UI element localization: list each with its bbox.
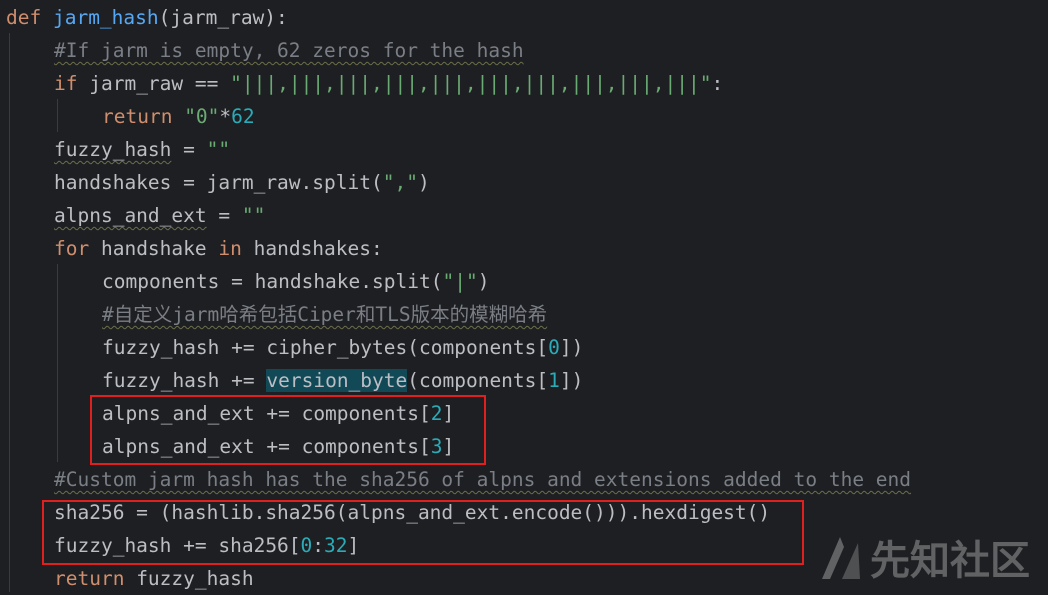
code-token: #自定义jarm哈希包括Ciper和TLS版本的模糊哈希: [102, 303, 548, 326]
code-token: "|": [442, 270, 478, 293]
code-line[interactable]: if jarm_raw == "|||,|||,|||,|||,|||,|||,…: [54, 67, 723, 100]
code-token: def: [6, 6, 53, 29]
code-token: return: [102, 105, 185, 128]
code-token: (components[: [407, 369, 549, 392]
code-token: fuzzy_hash: [54, 138, 172, 161]
code-token: ",": [382, 171, 418, 194]
code-token: fuzzy_hash: [136, 567, 254, 590]
indent-guide: [57, 99, 58, 132]
code-token: if: [54, 72, 90, 95]
highlight-box-alpns: [90, 395, 486, 465]
code-line[interactable]: return fuzzy_hash: [54, 562, 254, 595]
code-token: fuzzy_hash +=: [102, 336, 267, 359]
code-token: components = handshake.split(: [102, 270, 443, 293]
code-token: ): [417, 171, 430, 194]
indent-guide: [57, 264, 58, 462]
code-token: ]): [559, 336, 584, 359]
code-line[interactable]: handshakes = jarm_raw.split(","): [54, 166, 430, 199]
code-token: "": [241, 204, 266, 227]
code-token: cipher_bytes: [266, 336, 408, 359]
code-line[interactable]: #自定义jarm哈希包括Ciper和TLS版本的模糊哈希: [102, 298, 547, 331]
code-token: #Custom jarm hash has the sha256 of alpn…: [54, 468, 912, 491]
code-token: in: [218, 237, 254, 260]
code-token: for: [54, 237, 101, 260]
watermark: 先知社区: [818, 528, 1030, 586]
code-token: "": [206, 138, 231, 161]
code-token: 0: [548, 336, 560, 359]
code-token: version_byte: [266, 369, 408, 392]
code-line[interactable]: #If jarm is empty, 62 zeros for the hash: [54, 34, 524, 67]
code-token: return: [54, 567, 137, 590]
code-token: handshakes = jarm_raw.split(: [54, 171, 383, 194]
code-line[interactable]: #Custom jarm hash has the sha256 of alpn…: [54, 463, 911, 496]
code-token: jarm_hash: [52, 6, 159, 29]
code-token: fuzzy_hash +=: [102, 369, 267, 392]
code-token: 1: [548, 369, 560, 392]
xz-logo-icon: [822, 537, 860, 579]
code-token: (components[: [407, 336, 549, 359]
code-token: jarm_raw ==: [89, 72, 231, 95]
code-line[interactable]: def jarm_hash(jarm_raw):: [6, 1, 288, 34]
indent-guide: [9, 33, 10, 592]
code-token: ]): [559, 369, 584, 392]
code-token: =: [171, 138, 207, 161]
code-token: :: [711, 72, 724, 95]
code-token: 62: [231, 105, 255, 128]
code-token: handshakes:: [253, 237, 383, 260]
code-token: (jarm_raw):: [158, 6, 288, 29]
code-token: *: [219, 105, 232, 128]
code-line[interactable]: return "0"*62: [102, 100, 255, 133]
code-editor[interactable]: def jarm_hash(jarm_raw): #If jarm is empt…: [0, 0, 1048, 592]
code-token: handshake: [100, 237, 219, 260]
watermark-text: 先知社区: [870, 538, 1030, 584]
code-line[interactable]: fuzzy_hash = "": [54, 133, 230, 166]
code-line[interactable]: components = handshake.split("|"): [102, 265, 489, 298]
code-line[interactable]: for handshake in handshakes:: [54, 232, 383, 265]
code-token: #If jarm is empty, 62 zeros for the hash: [54, 39, 524, 62]
code-line[interactable]: alpns_and_ext = "": [54, 199, 265, 232]
highlight-box-sha256: [42, 500, 804, 565]
code-token: =: [206, 204, 242, 227]
code-token: "0": [184, 105, 220, 128]
code-line[interactable]: fuzzy_hash += cipher_bytes(components[0]…: [102, 331, 583, 364]
code-token: "|||,|||,|||,|||,|||,|||,|||,|||,|||,|||…: [230, 72, 712, 95]
code-token: alpns_and_ext: [54, 204, 207, 227]
code-line[interactable]: fuzzy_hash += version_byte(components[1]…: [102, 364, 583, 397]
code-token: ): [477, 270, 490, 293]
